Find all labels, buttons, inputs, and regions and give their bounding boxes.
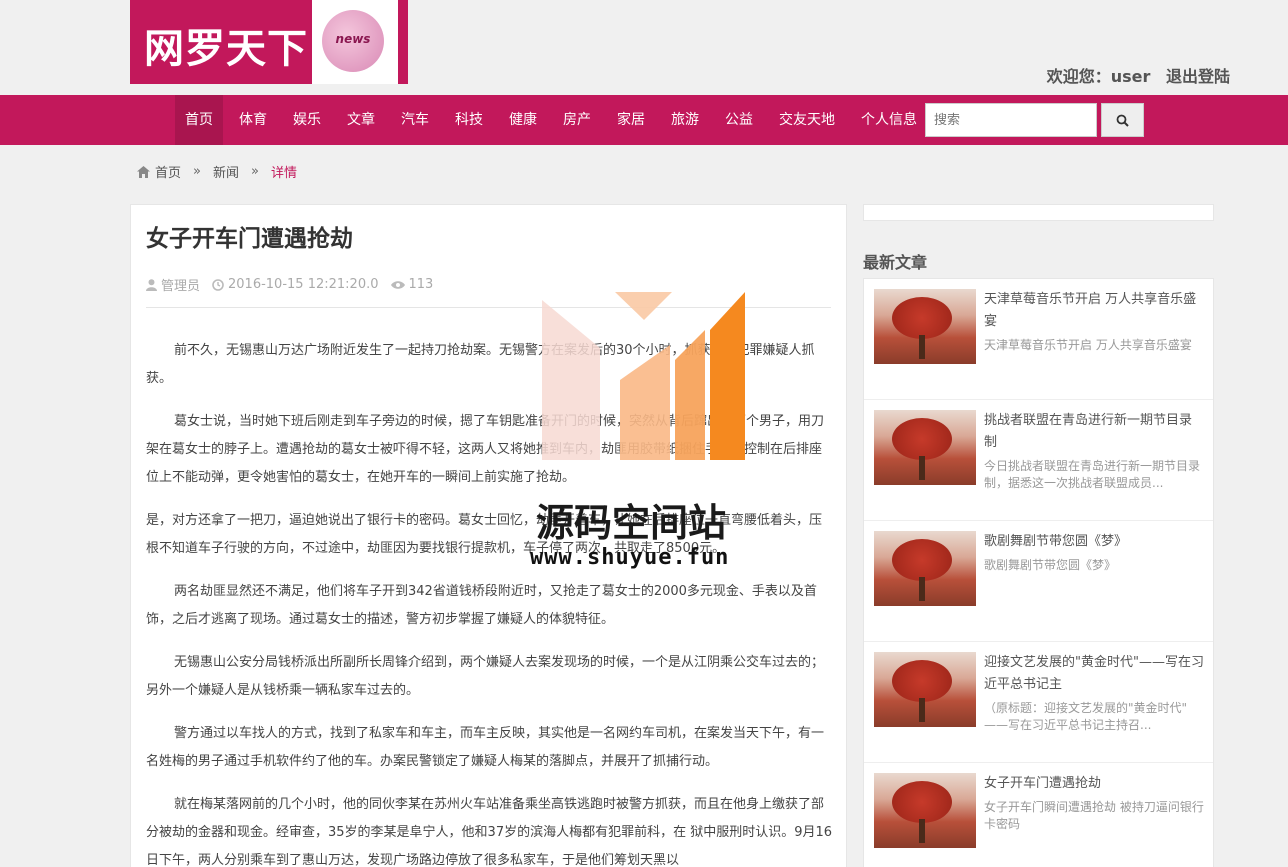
- tree-image: [892, 418, 952, 460]
- tree-trunk: [919, 819, 925, 843]
- tree-image: [892, 660, 952, 702]
- article-paragraph: 无锡惠山公安分局钱桥派出所副所长周锋介绍到，两个嫌疑人去案发现场的时候，一个是从…: [146, 655, 825, 698]
- sidebar-article-title[interactable]: 歌剧舞剧节带您圆《梦》: [984, 531, 1204, 553]
- sidebar-article-title[interactable]: 女子开车门遭遇抢劫: [984, 773, 1204, 795]
- article-meta: 管理员 2016-10-15 12:21:20.0 113: [146, 275, 445, 294]
- sidebar-article-item[interactable]: 歌剧舞剧节带您圆《梦》 歌剧舞剧节带您圆《梦》: [864, 521, 1213, 642]
- eye-icon: [390, 280, 405, 289]
- nav-item[interactable]: 房产: [553, 95, 601, 145]
- nav-items: 首页 体育 娱乐 文章 汽车 科技 健康 房产 家居 旅游 公益 交友天地 个人信息: [175, 95, 933, 145]
- welcome-text: 欢迎您：user: [1046, 67, 1151, 86]
- article-paragraph: 葛女士说，当时她下班后刚走到车子旁边的时候，摁了车钥匙准备开门的时候，突然从背后…: [146, 414, 825, 485]
- breadcrumb-separator: »: [251, 164, 259, 179]
- article-thumbnail[interactable]: [874, 773, 976, 848]
- tree-image: [892, 539, 952, 581]
- tree-trunk: [919, 698, 925, 722]
- search-input[interactable]: [925, 103, 1097, 137]
- sidebar-article-desc: 女子开车门瞬间遭遇抢劫 被持刀逼问银行卡密码: [984, 800, 1204, 831]
- nav-item[interactable]: 家居: [607, 95, 655, 145]
- article-paragraph: 两名劫匪显然还不满足，他们将车子开到342省道钱桥段附近时，又抢走了葛女士的20…: [146, 584, 817, 627]
- breadcrumb-current: 详情: [270, 166, 297, 181]
- nav-item[interactable]: 交友天地: [769, 95, 845, 145]
- breadcrumb: 首页 » 新闻 » 详情: [137, 162, 297, 181]
- nav-item[interactable]: 公益: [715, 95, 763, 145]
- breadcrumb-section[interactable]: 新闻: [213, 162, 239, 181]
- tree-image: [892, 781, 952, 823]
- sidebar-article-item[interactable]: 天津草莓音乐节开启 万人共享音乐盛宴 天津草莓音乐节开启 万人共享音乐盛宴: [864, 279, 1213, 400]
- article-author: 管理员: [161, 279, 201, 294]
- article-thumbnail[interactable]: [874, 289, 976, 364]
- latest-articles-list: 天津草莓音乐节开启 万人共享音乐盛宴 天津草莓音乐节开启 万人共享音乐盛宴 挑战者联…: [863, 278, 1214, 867]
- tree-image: [892, 297, 952, 339]
- sidebar-article-item[interactable]: 挑战者联盟在青岛进行新一期节目录制今日挑战者联盟在青岛进行新一期节目录制，据悉这…: [864, 400, 1213, 521]
- nav-item[interactable]: 健康: [499, 95, 547, 145]
- logo-badge: news: [312, 0, 398, 84]
- nav-item[interactable]: 娱乐: [283, 95, 331, 145]
- nav-item[interactable]: 体育: [229, 95, 277, 145]
- site-logo[interactable]: 网罗天下 news: [130, 0, 408, 84]
- sidebar-top-box: [863, 204, 1214, 221]
- breadcrumb-home[interactable]: 首页: [155, 162, 181, 181]
- home-icon: [137, 165, 150, 178]
- search-icon: [1116, 114, 1129, 127]
- nav-item[interactable]: 旅游: [661, 95, 709, 145]
- breadcrumb-separator: »: [193, 164, 201, 179]
- article-datetime: 2016-10-15 12:21:20.0: [228, 277, 379, 292]
- sidebar-article-desc: （原标题：迎接文艺发展的"黄金时代" ——写在习近平总书记主持召...: [984, 701, 1188, 732]
- article-paragraph: 就在梅某落网前的几个小时，他的同伙李某在苏州火车站准备乘坐高铁逃跑时被警方抓获，…: [146, 797, 833, 867]
- news-badge-icon: news: [322, 10, 384, 72]
- article-panel: 女子开车门遭遇抢劫 管理员 2016-10-15 12:21:20.0 113 …: [130, 204, 847, 867]
- sidebar-article-desc: 天津草莓音乐节开启 万人共享音乐盛宴: [984, 338, 1192, 352]
- nav-item[interactable]: 个人信息: [851, 95, 927, 145]
- tree-trunk: [919, 577, 925, 601]
- article-content: 前不久，无锡惠山万达广场附近发生了一起持刀抢劫案。无锡警方在案发后的30个小时，…: [146, 337, 833, 867]
- nav-item[interactable]: 文章: [337, 95, 385, 145]
- logout-link[interactable]: 退出登陆: [1166, 67, 1230, 86]
- search-button[interactable]: [1101, 103, 1144, 137]
- tree-trunk: [919, 335, 925, 359]
- sidebar-article-title[interactable]: 天津草莓音乐节开启 万人共享音乐盛宴: [984, 289, 1204, 333]
- sidebar-article-desc: 今日挑战者联盟在青岛进行新一期节目录制，据悉这一次挑战者联盟成员...: [984, 459, 1201, 490]
- sidebar-article-title[interactable]: 挑战者联盟在青岛进行新一期节目录制: [984, 410, 1204, 454]
- tree-trunk: [919, 456, 925, 480]
- user-icon: [146, 278, 157, 291]
- logo-badge-text: news: [335, 32, 371, 46]
- sidebar-article-item[interactable]: 女子开车门遭遇抢劫女子开车门瞬间遭遇抢劫 被持刀逼问银行卡密码: [864, 763, 1213, 867]
- article-thumbnail[interactable]: [874, 531, 976, 606]
- divider: [146, 307, 831, 308]
- user-area: 欢迎您：user 退出登陆: [1037, 63, 1230, 87]
- sidebar-heading: 最新文章: [863, 253, 928, 272]
- article-thumbnail[interactable]: [874, 410, 976, 485]
- article-paragraph: 是，对方还拿了一把刀，逼迫她说出了银行卡的密码。葛女士回忆，劫匪开着车，让她在后…: [146, 513, 823, 556]
- nav-item[interactable]: 科技: [445, 95, 493, 145]
- header: 网罗天下 news 欢迎您：user 退出登陆: [0, 0, 1288, 95]
- article-paragraph: 警方通过以车找人的方式，找到了私家车和车主，而车主反映，其实他是一名网约车司机，…: [146, 726, 825, 769]
- article-thumbnail[interactable]: [874, 652, 976, 727]
- sidebar-article-item[interactable]: 迎接文艺发展的"黄金时代"——写在习近平总书记主 （原标题：迎接文艺发展的"黄金时…: [864, 642, 1213, 763]
- sidebar-article-desc: 歌剧舞剧节带您圆《梦》: [984, 558, 1117, 572]
- article-paragraph: 前不久，无锡惠山万达广场附近发生了一起持刀抢劫案。无锡警方在案发后的30个小时，…: [146, 343, 815, 386]
- article-views: 113: [408, 277, 434, 292]
- sidebar-article-title[interactable]: 迎接文艺发展的"黄金时代"——写在习近平总书记主: [984, 652, 1204, 696]
- nav-item[interactable]: 首页: [175, 95, 223, 145]
- logo-text: 网罗天下: [144, 25, 308, 72]
- nav-item[interactable]: 汽车: [391, 95, 439, 145]
- article-title: 女子开车门遭遇抢劫: [146, 226, 353, 252]
- clock-icon: [212, 278, 224, 291]
